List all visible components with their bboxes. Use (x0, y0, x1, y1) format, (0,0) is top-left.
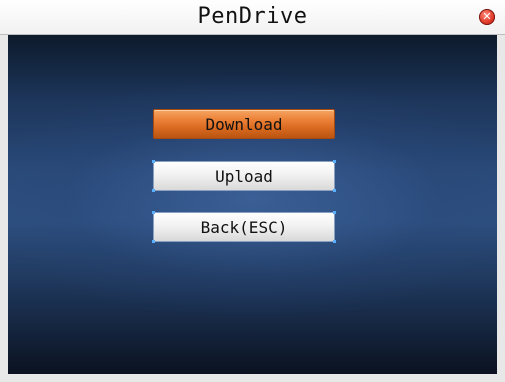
focus-corner-dot (152, 240, 155, 243)
screen-background: Download Upload Back(ESC) (8, 35, 497, 374)
focus-corner-dot (333, 240, 336, 243)
close-icon[interactable]: ✕ (479, 9, 495, 25)
focus-corner-dot (333, 189, 336, 192)
focus-corner-dot (333, 211, 336, 214)
upload-button[interactable]: Upload (153, 161, 335, 191)
focus-corner-dot (333, 160, 336, 163)
window-title: PenDrive (197, 4, 308, 29)
focus-corner-dot (152, 211, 155, 214)
title-bar: PenDrive ✕ (0, 0, 505, 35)
device-frame: PenDrive ✕ Download Upload Back(ESC) (0, 0, 505, 382)
focus-corner-dot (152, 189, 155, 192)
download-button[interactable]: Download (153, 109, 335, 139)
focus-corner-dot (152, 160, 155, 163)
back-button[interactable]: Back(ESC) (153, 212, 335, 242)
